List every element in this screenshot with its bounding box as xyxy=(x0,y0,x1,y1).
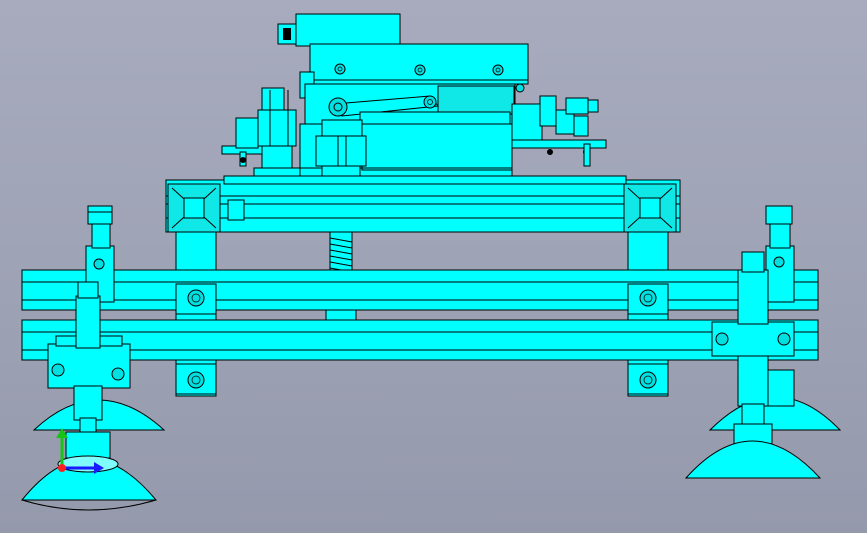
upper-vacuum-tube[interactable] xyxy=(21,269,819,311)
vacuum-gripper-assembly-model[interactable] xyxy=(0,0,867,533)
suction-cup-left-front[interactable] xyxy=(20,281,158,511)
suction-cup-right-rear[interactable] xyxy=(708,205,842,431)
triad-z-axis xyxy=(58,464,66,472)
cad-viewport[interactable] xyxy=(0,0,867,533)
lower-vacuum-tube[interactable] xyxy=(21,319,819,361)
